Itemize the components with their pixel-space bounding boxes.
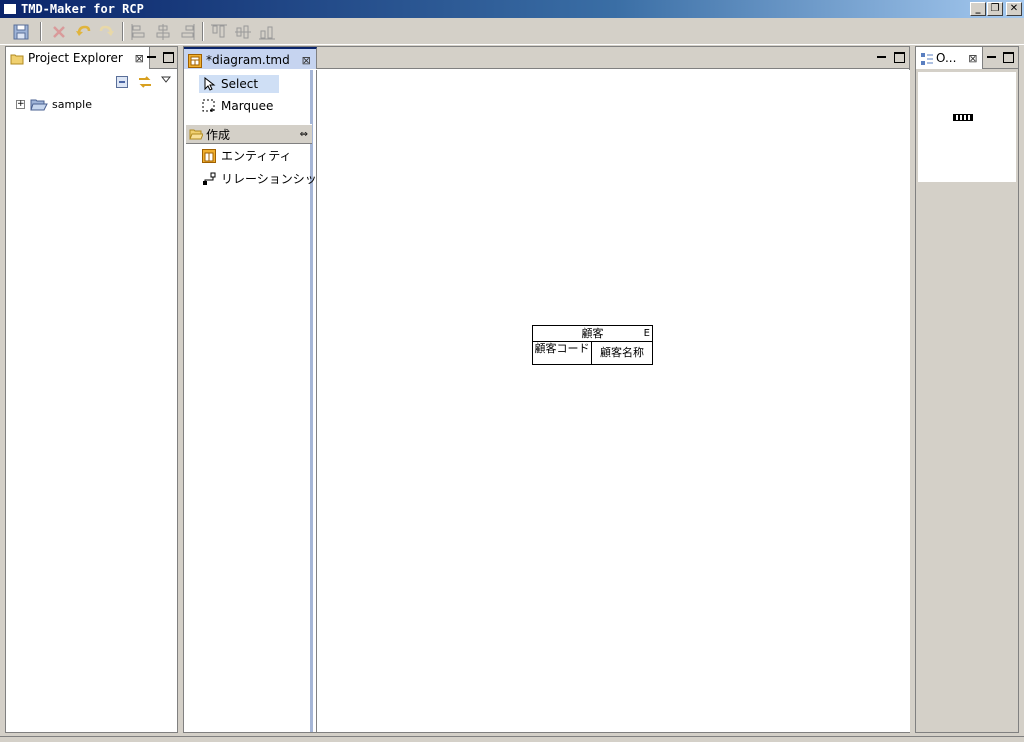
entity-name: 顧客: [581, 327, 604, 340]
entity-attribute[interactable]: 顧客コード: [533, 342, 592, 364]
maximize-view-icon[interactable]: [163, 52, 174, 63]
toolbar-separator: [122, 22, 124, 41]
palette-relationship-tool[interactable]: リレーションシップ: [199, 170, 329, 188]
palette-item-label: Marquee: [221, 99, 274, 113]
minimize-view-icon[interactable]: [986, 52, 997, 63]
close-icon[interactable]: ⊠: [302, 55, 312, 66]
maximize-view-icon[interactable]: [1003, 52, 1014, 63]
outline-entity-thumbnail: [953, 114, 973, 121]
title-bar: TMD-Maker for RCP _ ❐ ✕: [0, 0, 1024, 18]
tab-label: *diagram.tmd: [206, 53, 290, 67]
outline-panel: O... ⊠: [915, 46, 1019, 733]
toolbar-separator: [202, 22, 204, 41]
palette-item-label: リレーションシップ: [221, 172, 329, 186]
folder-icon: [10, 51, 24, 65]
toolbar-separator: [40, 22, 42, 41]
tab-outline[interactable]: O... ⊠: [916, 47, 984, 69]
maximize-view-icon[interactable]: [894, 52, 905, 63]
editor-tabbar: *diagram.tmd ⊠: [184, 47, 909, 69]
drawer-label: 作成: [206, 128, 231, 142]
palette-select-tool[interactable]: Select: [199, 75, 279, 93]
window-title: TMD-Maker for RCP: [21, 2, 144, 16]
tab-diagram-tmd[interactable]: *diagram.tmd ⊠: [184, 47, 317, 69]
status-bar: [0, 736, 1024, 742]
project-explorer-panel: Project Explorer ⊠ + sample: [5, 46, 178, 733]
palette-drawer-create[interactable]: 作成 ⇔: [186, 124, 312, 144]
entity-type-badge: E: [643, 328, 650, 339]
palette-entity-tool[interactable]: エンティティ: [199, 147, 292, 165]
tab-label: Project Explorer: [28, 51, 123, 65]
undo-icon[interactable]: [74, 23, 92, 41]
close-icon[interactable]: ⊠: [968, 53, 978, 64]
align-middle-icon[interactable]: [234, 23, 252, 41]
diagram-canvas[interactable]: 顧客 E 顧客コード 顧客名称: [316, 70, 910, 732]
project-explorer-tabbar: Project Explorer ⊠: [6, 47, 177, 69]
close-icon[interactable]: ⊠: [135, 53, 145, 64]
open-folder-icon: [189, 128, 204, 142]
view-menu-icon[interactable]: [160, 74, 172, 84]
minimize-view-icon[interactable]: [876, 52, 887, 63]
entity-header: 顧客 E: [533, 326, 652, 342]
restore-button[interactable]: ❐: [987, 2, 1003, 16]
minimize-view-icon[interactable]: [146, 52, 157, 63]
outline-thumbnail[interactable]: [918, 72, 1016, 182]
align-bottom-icon[interactable]: [258, 23, 276, 41]
open-folder-icon: [30, 98, 48, 112]
align-center-icon[interactable]: [154, 23, 172, 41]
redo-icon[interactable]: [98, 23, 116, 41]
close-button[interactable]: ✕: [1006, 2, 1022, 16]
delete-icon[interactable]: [50, 23, 68, 41]
collapse-all-icon[interactable]: [116, 76, 128, 88]
save-icon[interactable]: [12, 23, 30, 41]
main-toolbar: [0, 19, 1024, 45]
arrow-pointer-icon: [202, 76, 216, 91]
tab-project-explorer[interactable]: Project Explorer ⊠: [6, 47, 150, 69]
marquee-icon: [202, 99, 216, 113]
tab-label: O...: [936, 51, 957, 65]
pin-icon[interactable]: ⇔: [300, 125, 308, 145]
outline-icon: [920, 51, 934, 65]
entity-attribute[interactable]: 顧客名称: [592, 342, 652, 364]
project-explorer-toolbar: [6, 70, 177, 92]
link-with-editor-icon[interactable]: [137, 74, 153, 90]
tree-label: sample: [52, 98, 92, 111]
diagram-file-icon: [188, 53, 202, 68]
align-top-icon[interactable]: [210, 23, 228, 41]
app-icon: [3, 3, 17, 15]
palette-item-label: エンティティ: [221, 149, 292, 163]
tool-palette: Select Marquee 作成 ⇔ エンティティ リレーションシップ: [185, 70, 329, 732]
relationship-icon: [202, 172, 216, 186]
minimize-button[interactable]: _: [970, 2, 986, 16]
tree-expander[interactable]: +: [16, 100, 25, 109]
palette-marquee-tool[interactable]: Marquee: [199, 97, 273, 115]
entity-customer[interactable]: 顧客 E 顧客コード 顧客名称: [532, 325, 653, 365]
diagram-editor-panel: *diagram.tmd ⊠ Select Marquee 作成 ⇔ エンティテ…: [183, 46, 910, 733]
outline-tabbar: O... ⊠: [916, 47, 1018, 69]
align-right-icon[interactable]: [178, 23, 196, 41]
palette-item-label: Select: [221, 77, 259, 91]
entity-icon: [202, 149, 216, 163]
align-left-icon[interactable]: [130, 23, 148, 41]
